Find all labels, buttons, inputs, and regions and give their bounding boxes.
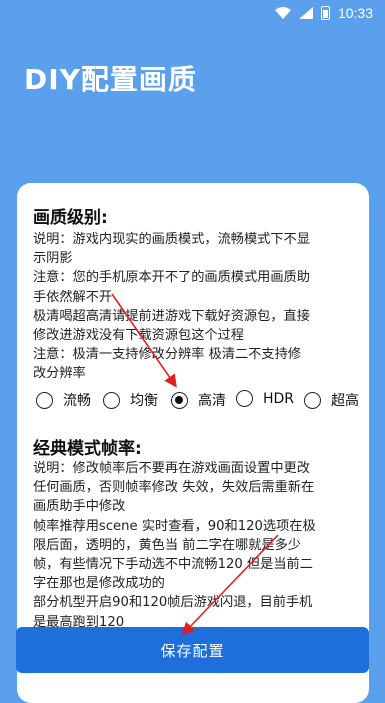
radio-option-hd[interactable]: 高清: [171, 390, 226, 410]
radio-circle[interactable]: [36, 391, 53, 409]
text-line: 帧率推荐用scene 实时查看，90和120选项在极: [33, 518, 316, 534]
save-button[interactable]: 保存配置: [16, 627, 369, 673]
radio-label: HDR: [263, 390, 295, 407]
quality-section-title: 画质级别:: [33, 208, 108, 228]
wifi-icon: [274, 7, 291, 19]
text-line: 部分机型开启90和120帧后游戏闪退，目前手机: [33, 595, 313, 611]
text-line: 示阴影: [33, 251, 73, 267]
framerate-description: 说明：修改帧率后不要再在游戏画面设置中更改 任何画质，否则帧率修改 失效，失效后…: [33, 459, 355, 632]
status-bar: 10:33: [0, 0, 385, 28]
text-line: 任何画质，否则帧率修改 失效，失效后需重新在: [33, 480, 315, 496]
page-title: DIY配置画质: [24, 63, 197, 96]
text-line: 说明：修改帧率后不要再在游戏画面设置中更改: [33, 461, 310, 476]
status-time: 10:33: [337, 5, 373, 21]
text-line: 手依然解不开: [33, 289, 113, 305]
text-line: 修改进游戏没有下载资源包这个过程: [33, 328, 244, 344]
radio-label: 高清: [198, 393, 226, 409]
radio-circle[interactable]: [236, 390, 253, 407]
radio-option-hdr[interactable]: HDR: [236, 390, 294, 407]
signal-icon: [298, 7, 313, 19]
radio-circle[interactable]: [304, 391, 321, 409]
settings-card: 画质级别: 说明：游戏内现实的画质模式，流畅模式下不显 示阴影 注意：您的手机原…: [17, 183, 369, 703]
framerate-section-title: 经典模式帧率:: [33, 439, 142, 459]
radio-option-ultra[interactable]: 超高: [304, 390, 359, 410]
text-line: 注意：您的手机原本开不了的画质模式用画质助: [33, 270, 310, 286]
text-line: 注意：极清一支持修改分辨率 极清二不支持修: [33, 347, 301, 363]
quality-description: 说明：游戏内现实的画质模式，流畅模式下不显 示阴影 注意：您的手机原本开不了的画…: [33, 230, 355, 384]
battery-icon: [320, 6, 330, 20]
text-line: 画质助手中修改: [33, 499, 126, 515]
radio-label: 流畅: [63, 393, 91, 409]
radio-circle-selected[interactable]: [171, 391, 188, 409]
text-line: 改分辨率: [33, 366, 86, 382]
text-line: 限后面，透明的，黄色当 前二字在哪就是多少: [33, 537, 301, 553]
text-line: 极清喝超高清请提前进游戏下载好资源包，直接: [33, 308, 310, 324]
radio-circle[interactable]: [103, 391, 120, 409]
radio-option-balanced[interactable]: 均衡: [103, 390, 158, 410]
radio-label: 超高: [331, 393, 359, 409]
quality-radio-group: 流畅 均衡 高清 HDR 超高: [36, 390, 369, 414]
text-line: 帧，有些情况下手动选不中流畅120 但是当前二: [33, 557, 313, 573]
text-line: 说明：游戏内现实的画质模式，流畅模式下不显: [33, 232, 310, 247]
text-line: 字在那也是修改成功的: [33, 576, 165, 592]
radio-option-smooth[interactable]: 流畅: [36, 390, 91, 410]
radio-label: 均衡: [130, 393, 158, 409]
